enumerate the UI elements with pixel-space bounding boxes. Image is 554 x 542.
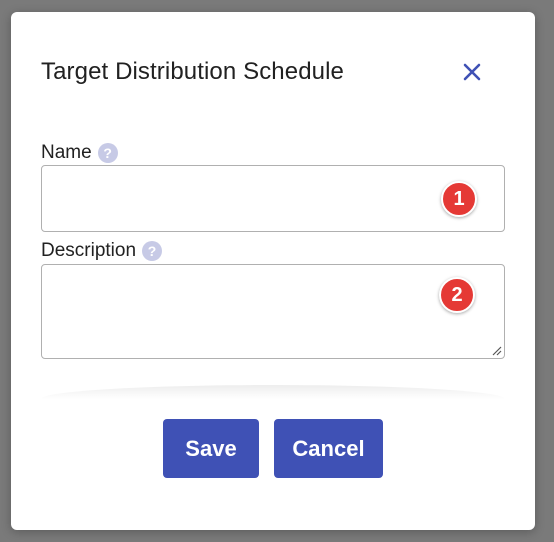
description-help-icon[interactable]: ? (142, 241, 163, 261)
description-step-badge: 2 (439, 277, 475, 313)
close-icon[interactable] (460, 60, 484, 84)
description-label: Description (41, 240, 137, 261)
description-field-wrapper: 2 (41, 264, 505, 359)
cancel-button[interactable]: Cancel (274, 419, 383, 478)
dialog-title: Target Distribution Schedule (41, 58, 344, 85)
name-label-row: Name ? (41, 142, 118, 164)
dialog: Target Distribution Schedule Name ? 1 De… (11, 12, 535, 530)
description-label-row: Description ? (41, 240, 163, 262)
name-label: Name (41, 142, 92, 163)
resize-grip-icon[interactable] (490, 344, 502, 356)
name-step-badge: 1 (441, 181, 477, 217)
save-button[interactable]: Save (163, 419, 259, 478)
name-help-icon[interactable]: ? (97, 143, 118, 163)
description-textarea[interactable] (42, 265, 504, 358)
name-input[interactable] (42, 166, 504, 231)
name-field-wrapper: 1 (41, 165, 505, 232)
footer-divider (41, 385, 505, 399)
